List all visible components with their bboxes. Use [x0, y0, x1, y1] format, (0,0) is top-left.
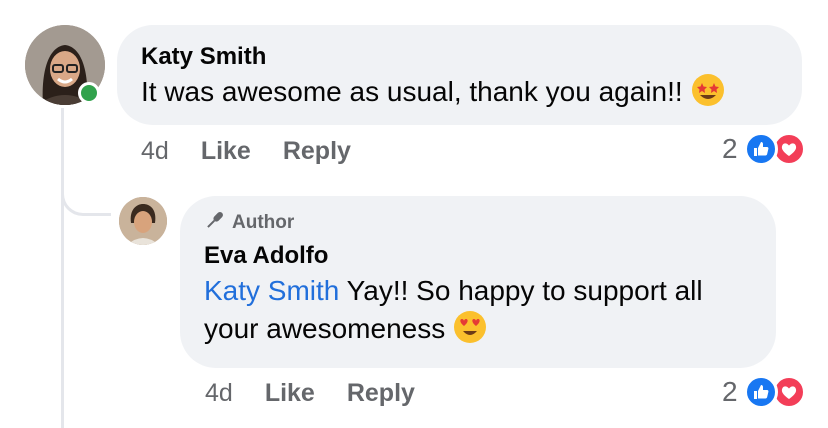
reply-author[interactable]: Eva Adolfo [204, 240, 752, 272]
reply-reaction-summary[interactable]: 2 [722, 375, 806, 409]
like-reaction-icon [743, 375, 778, 409]
microphone-icon [204, 209, 226, 237]
like-reaction-icon [743, 132, 778, 166]
reply-avatar[interactable] [119, 197, 167, 245]
author-badge: Author [204, 210, 752, 236]
comment-text: It was awesome as usual, thank you again… [141, 73, 778, 117]
reply-button[interactable]: Reply [283, 137, 351, 166]
mention-link[interactable]: Katy Smith [204, 275, 339, 306]
thread-branch [61, 168, 111, 216]
reply-like-button[interactable]: Like [265, 379, 315, 408]
author-badge-label: Author [232, 212, 295, 233]
heart-eyes-emoji-icon [453, 310, 487, 354]
reply-reply-button[interactable]: Reply [347, 379, 415, 408]
comment-author[interactable]: Katy Smith [141, 41, 778, 73]
thread-line [61, 108, 64, 428]
reaction-count: 2 [722, 133, 738, 164]
online-status-dot [78, 82, 100, 104]
reply-reaction-count: 2 [722, 376, 738, 407]
star-struck-emoji-icon [691, 73, 725, 117]
comment-bubble: Katy Smith It was awesome as usual, than… [117, 25, 802, 125]
like-button[interactable]: Like [201, 137, 251, 166]
reply-avatar-photo [119, 197, 167, 245]
reply-bubble: Author Eva Adolfo Katy Smith Yay!! So ha… [180, 196, 776, 368]
reply-timestamp[interactable]: 4d [205, 379, 233, 408]
reaction-summary[interactable]: 2 [722, 132, 806, 166]
comment-timestamp[interactable]: 4d [141, 137, 169, 166]
comment-actions: 4d Like Reply [141, 137, 351, 166]
reply-text: Katy Smith Yay!! So happy to support all… [204, 272, 752, 354]
reply-actions: 4d Like Reply [205, 379, 415, 408]
